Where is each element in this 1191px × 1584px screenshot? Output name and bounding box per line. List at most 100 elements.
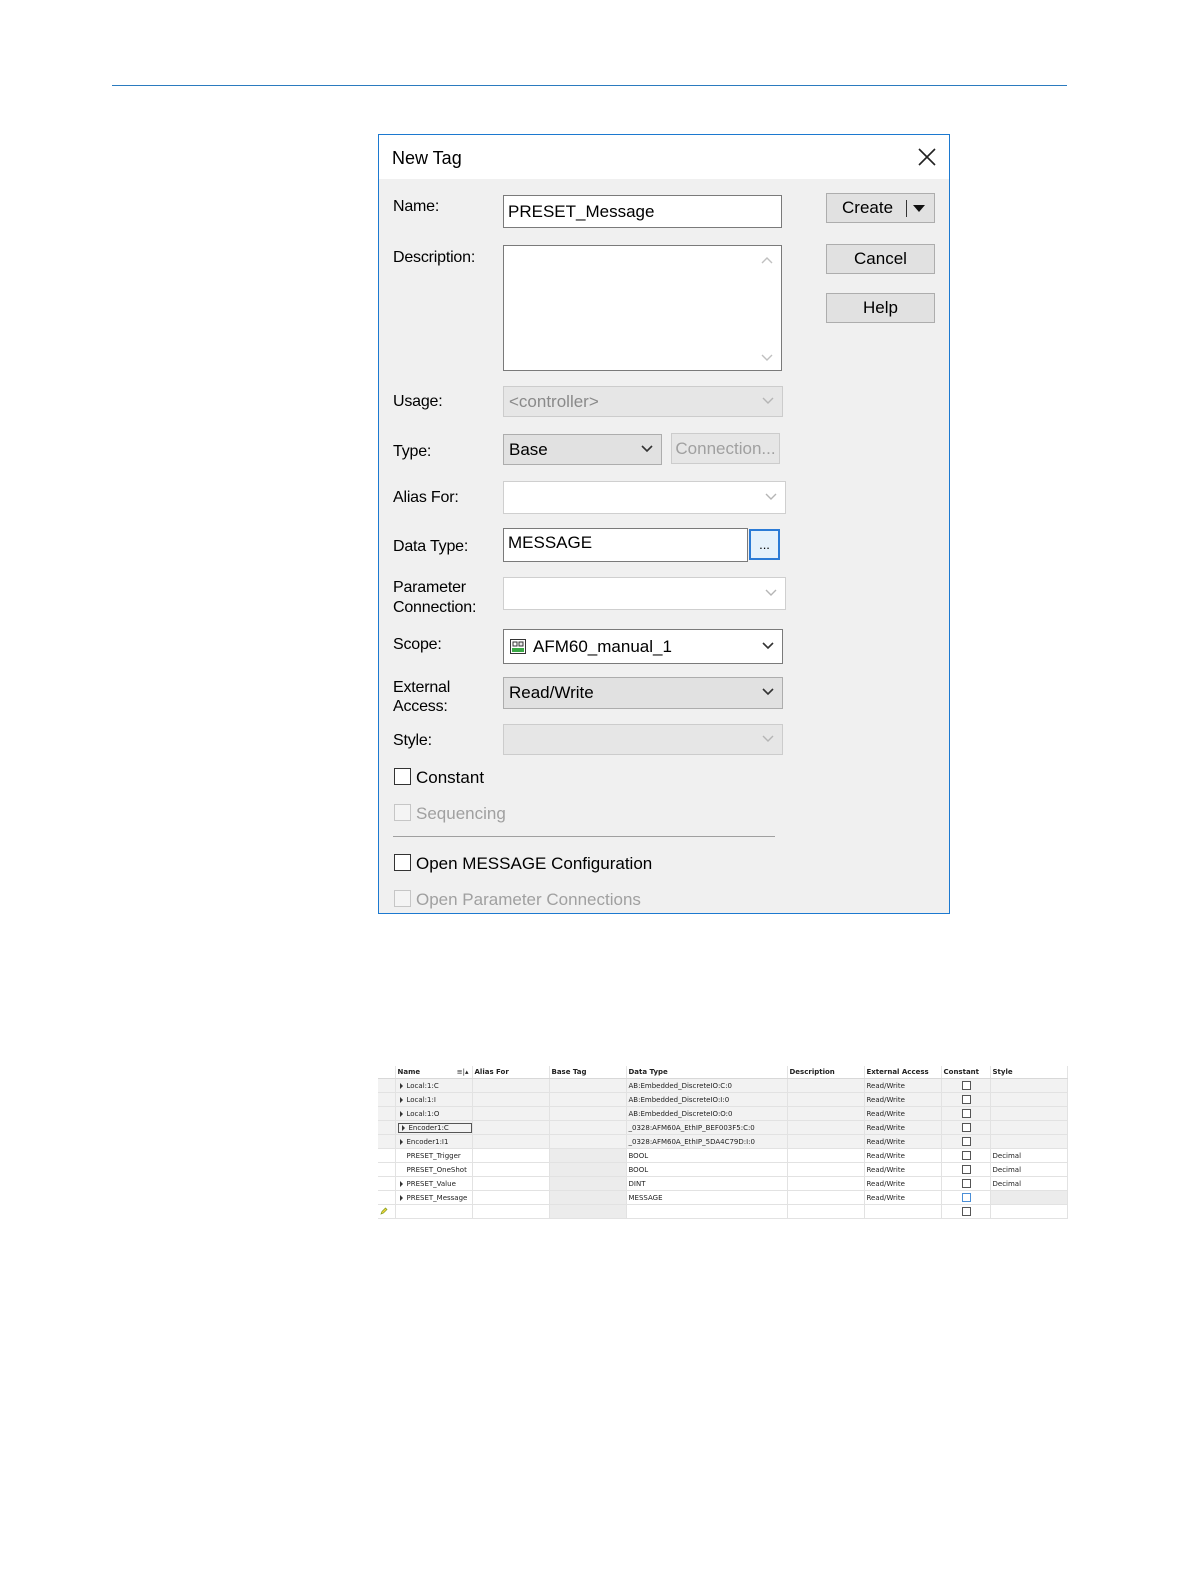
dialog-title: New Tag [392, 148, 462, 168]
page-top-rule [112, 85, 1067, 86]
table-row[interactable]: PRESET_Value DINT Read/Write Decimal [378, 1176, 1068, 1191]
scope-value: AFM60_manual_1 [533, 636, 672, 656]
table-row-selected[interactable]: Encoder1:C _0328:AFM60A_EthIP_BEF003F5:C… [378, 1120, 1068, 1135]
open-parameter-connections-label: Open Parameter Connections [416, 890, 641, 909]
constant-cell-checkbox[interactable] [962, 1109, 971, 1118]
parameter-connection-select[interactable] [503, 577, 786, 610]
name-input[interactable]: PRESET_Message [503, 195, 782, 228]
column-header-data-type[interactable]: Data Type [626, 1066, 788, 1079]
close-button[interactable] [909, 141, 945, 173]
sequencing-checkbox-label: Sequencing [416, 804, 506, 823]
constant-cell-checkbox[interactable] [962, 1123, 971, 1132]
column-header-description[interactable]: Description [787, 1066, 865, 1079]
dialog-titlebar: New Tag [379, 135, 949, 179]
sequencing-checkbox[interactable] [394, 804, 411, 821]
cancel-button[interactable]: Cancel [826, 244, 935, 274]
tag-grid: Name ≡|▴ Alias For Base Tag Data Type De… [378, 1066, 1068, 1220]
table-row[interactable]: Encoder1:I1 _0328:AFM60A_EthIP_5DA4C79D:… [378, 1134, 1068, 1149]
name-cell-editor[interactable]: Encoder1:C [397, 1122, 471, 1133]
table-row[interactable]: Local:1:O AB:Embedded_DiscreteIO:O:0 Rea… [378, 1106, 1068, 1121]
constant-checkbox[interactable] [394, 768, 411, 785]
row-selector[interactable] [378, 1120, 396, 1135]
controller-icon [510, 638, 526, 654]
description-textarea[interactable] [503, 245, 782, 371]
constant-cell-checkbox[interactable] [962, 1095, 971, 1104]
table-row[interactable]: PRESET_Message MESSAGE Read/Write [378, 1190, 1068, 1205]
constant-cell-checkbox[interactable] [962, 1081, 971, 1090]
chevron-down-icon [641, 444, 653, 452]
column-header-alias-for[interactable]: Alias For [472, 1066, 550, 1079]
scope-select[interactable]: AFM60_manual_1 [503, 629, 783, 664]
table-header-row: Name ≡|▴ Alias For Base Tag Data Type De… [378, 1066, 1068, 1079]
column-header-constant[interactable]: Constant [941, 1066, 991, 1079]
data-type-input[interactable]: MESSAGE [503, 528, 748, 562]
constant-cell-checkbox[interactable] [962, 1193, 971, 1202]
open-parameter-connections-checkbox[interactable] [394, 890, 411, 907]
column-header-style[interactable]: Style [990, 1066, 1068, 1079]
expand-arrow-icon[interactable] [399, 1194, 403, 1201]
dialog-separator [393, 836, 775, 837]
new-row-pencil-icon [380, 1207, 388, 1215]
constant-cell-checkbox[interactable] [962, 1151, 971, 1160]
create-split-divider [906, 200, 907, 217]
description-label: Description: [393, 249, 476, 266]
create-button[interactable]: Create [826, 193, 935, 223]
expand-arrow-icon[interactable] [401, 1124, 405, 1131]
constant-cell-checkbox[interactable] [962, 1165, 971, 1174]
name-value: PRESET_Message [508, 201, 655, 221]
chevron-down-icon [765, 493, 777, 500]
row-selector-header [378, 1066, 396, 1079]
table-row[interactable]: PRESET_OneShot BOOL Read/Write Decimal [378, 1162, 1068, 1177]
chevron-down-icon [762, 641, 774, 649]
column-header-base-tag[interactable]: Base Tag [549, 1066, 627, 1079]
new-tag-dialog: New Tag Name: PRESET_Message Description… [378, 134, 950, 914]
style-select[interactable] [503, 724, 783, 755]
constant-cell-checkbox[interactable] [962, 1137, 971, 1146]
parameter-connection-label-line1: Parameter [393, 579, 466, 596]
type-value: Base [509, 439, 548, 459]
usage-value: <controller> [509, 391, 599, 411]
open-message-configuration-label: Open MESSAGE Configuration [416, 854, 653, 873]
expand-arrow-icon[interactable] [399, 1138, 403, 1145]
expand-arrow-icon[interactable] [399, 1110, 403, 1117]
scroll-up-arrow-icon[interactable] [761, 256, 773, 264]
new-tag-row[interactable] [378, 1204, 1068, 1219]
constant-checkbox-label: Constant [416, 768, 485, 787]
scope-label: Scope: [393, 636, 442, 653]
type-label: Type: [393, 443, 432, 460]
chevron-down-icon [762, 735, 774, 742]
chevron-down-icon [762, 397, 774, 404]
expand-arrow-icon[interactable] [399, 1082, 403, 1089]
external-access-label-line1: External [393, 679, 451, 696]
column-header-name[interactable]: Name ≡|▴ [395, 1066, 473, 1079]
expand-arrow-icon[interactable] [399, 1096, 403, 1103]
table-row[interactable]: Local:1:C AB:Embedded_DiscreteIO:C:0 Rea… [378, 1078, 1068, 1093]
scroll-down-arrow-icon[interactable] [761, 354, 773, 362]
chevron-down-icon [765, 589, 777, 596]
tag-table: Name ≡|▴ Alias For Base Tag Data Type De… [378, 1066, 1068, 1219]
external-access-label-line2: Access: [393, 698, 448, 715]
sort-ascending-icon[interactable]: ≡|▴ [457, 1068, 469, 1076]
alias-for-select[interactable] [503, 481, 786, 514]
create-button-label: Create [842, 198, 894, 217]
usage-select[interactable]: <controller> [503, 386, 783, 417]
name-label: Name: [393, 198, 440, 215]
parameter-connection-label-line2: Connection: [393, 599, 477, 616]
browse-data-type-button[interactable]: ... [749, 529, 780, 560]
constant-cell-checkbox[interactable] [962, 1179, 971, 1188]
table-row[interactable]: Local:1:I AB:Embedded_DiscreteIO:I:0 Rea… [378, 1092, 1068, 1107]
external-access-value: Read/Write [509, 683, 594, 702]
connection-button[interactable]: Connection... [671, 433, 780, 464]
style-label: Style: [393, 732, 432, 749]
dropdown-arrow-icon[interactable] [913, 205, 925, 213]
open-message-configuration-checkbox[interactable] [394, 854, 411, 871]
help-button[interactable]: Help [826, 293, 935, 323]
external-access-select[interactable]: Read/Write [503, 677, 783, 709]
type-select[interactable]: Base [503, 434, 662, 465]
constant-cell-checkbox[interactable] [962, 1207, 971, 1216]
data-type-label: Data Type: [393, 538, 469, 555]
column-header-external-access[interactable]: External Access [864, 1066, 942, 1079]
chevron-down-icon [762, 688, 774, 696]
expand-arrow-icon[interactable] [399, 1180, 403, 1187]
table-row[interactable]: PRESET_Trigger BOOL Read/Write Decimal [378, 1148, 1068, 1163]
